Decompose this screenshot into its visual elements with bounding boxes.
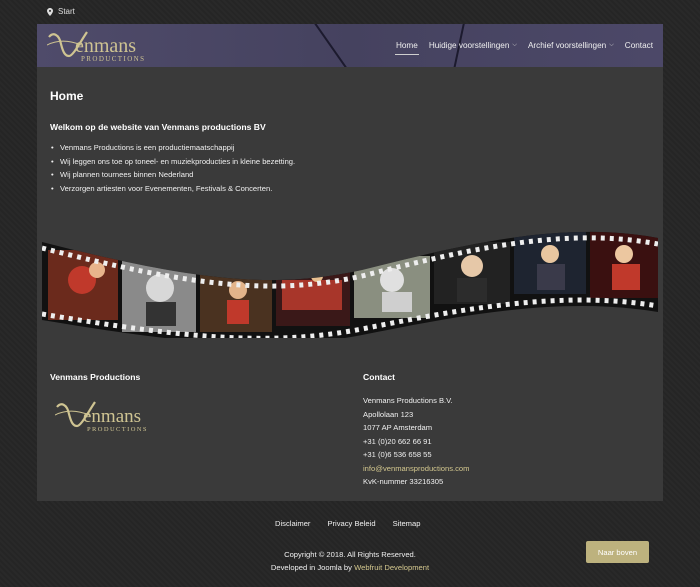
back-to-top-button[interactable]: Naar boven <box>586 541 649 563</box>
chevron-down-icon: ⌵ <box>609 42 614 48</box>
nav-contact[interactable]: Contact <box>625 41 653 50</box>
contact-city: 1077 AP Amsterdam <box>363 423 433 432</box>
footer-contact: Contact Venmans Productions B.V. Apollol… <box>363 372 469 489</box>
svg-text:enmans: enmans <box>83 406 141 427</box>
site-header: enmans PRODUCTIONS Home Huidige voorstel… <box>37 24 663 67</box>
list-item: Venmans Productions is een productiemaat… <box>50 141 663 155</box>
chevron-down-icon: ⌵ <box>512 42 517 48</box>
svg-text:PRODUCTIONS: PRODUCTIONS <box>81 55 145 63</box>
page-content: Home Welkom op de website van Venmans pr… <box>37 67 663 195</box>
nav-current-shows[interactable]: Huidige voorstellingen ⌵ <box>429 41 517 50</box>
contact-email-link[interactable]: info@venmansproductions.com <box>363 462 469 476</box>
location-pin-icon <box>47 7 53 16</box>
svg-text:enmans: enmans <box>75 35 136 57</box>
developed-text: Developed in Joomla by <box>270 563 352 572</box>
venmans-footer-logo: enmans PRODUCTIONS <box>55 401 148 433</box>
sitemap-link[interactable]: Sitemap <box>393 519 421 528</box>
contact-phone: +31 (0)20 662 66 91 <box>363 436 432 446</box>
nav-archive-shows[interactable]: Archief voorstellingen ⌵ <box>528 41 614 50</box>
filmstrip-photo-banner <box>42 231 658 338</box>
intro-list: Venmans Productions is een productiemaat… <box>50 141 663 195</box>
contact-company: Venmans Productions B.V. <box>363 396 453 405</box>
nav-contact-label: Contact <box>624 41 653 50</box>
contact-mobile: +31 (0)6 536 658 55 <box>363 450 432 459</box>
venmans-logo[interactable]: enmans PRODUCTIONS <box>47 26 157 64</box>
nav-archive-label: Archief voorstellingen <box>527 41 607 50</box>
footer-contact-title: Contact <box>363 372 395 382</box>
nav-home-label: Home <box>395 41 418 50</box>
footer-company: Venmans Productions <box>50 372 140 382</box>
main-card: enmans PRODUCTIONS Home Huidige voorstel… <box>37 24 663 501</box>
main-nav: Home Huidige voorstellingen ⌵ Archief voo… <box>394 24 653 67</box>
contact-kvk: KvK-nummer 33216305 <box>363 477 444 486</box>
header-decor-line <box>312 24 354 67</box>
contact-details: Venmans Productions B.V. Apollolaan 123 … <box>363 394 469 489</box>
list-item: Wij leggen ons toe op toneel- en muziekp… <box>50 155 663 169</box>
footer-links: Disclaimer Privacy Beleid Sitemap <box>275 519 420 528</box>
list-item: Verzorgen artiesten voor Evenementen, Fe… <box>50 182 663 196</box>
welcome-heading: Welkom op de website van Venmans product… <box>50 122 266 132</box>
breadcrumb: Start <box>47 7 75 16</box>
developer-link[interactable]: Webfruit Development <box>354 563 429 572</box>
nav-home[interactable]: Home <box>394 41 419 55</box>
disclaimer-link[interactable]: Disclaimer <box>275 519 310 528</box>
footer-company-title: Venmans Productions <box>50 372 141 382</box>
nav-current-label: Huidige voorstellingen <box>428 41 510 50</box>
contact-street: Apollolaan 123 <box>363 409 414 419</box>
svg-text:PRODUCTIONS: PRODUCTIONS <box>87 426 148 433</box>
privacy-link[interactable]: Privacy Beleid <box>327 519 375 528</box>
breadcrumb-start-link[interactable]: Start <box>58 7 75 16</box>
page-title: Home <box>50 89 84 103</box>
list-item: Wij plannen tournees binnen Nederland <box>50 168 663 182</box>
